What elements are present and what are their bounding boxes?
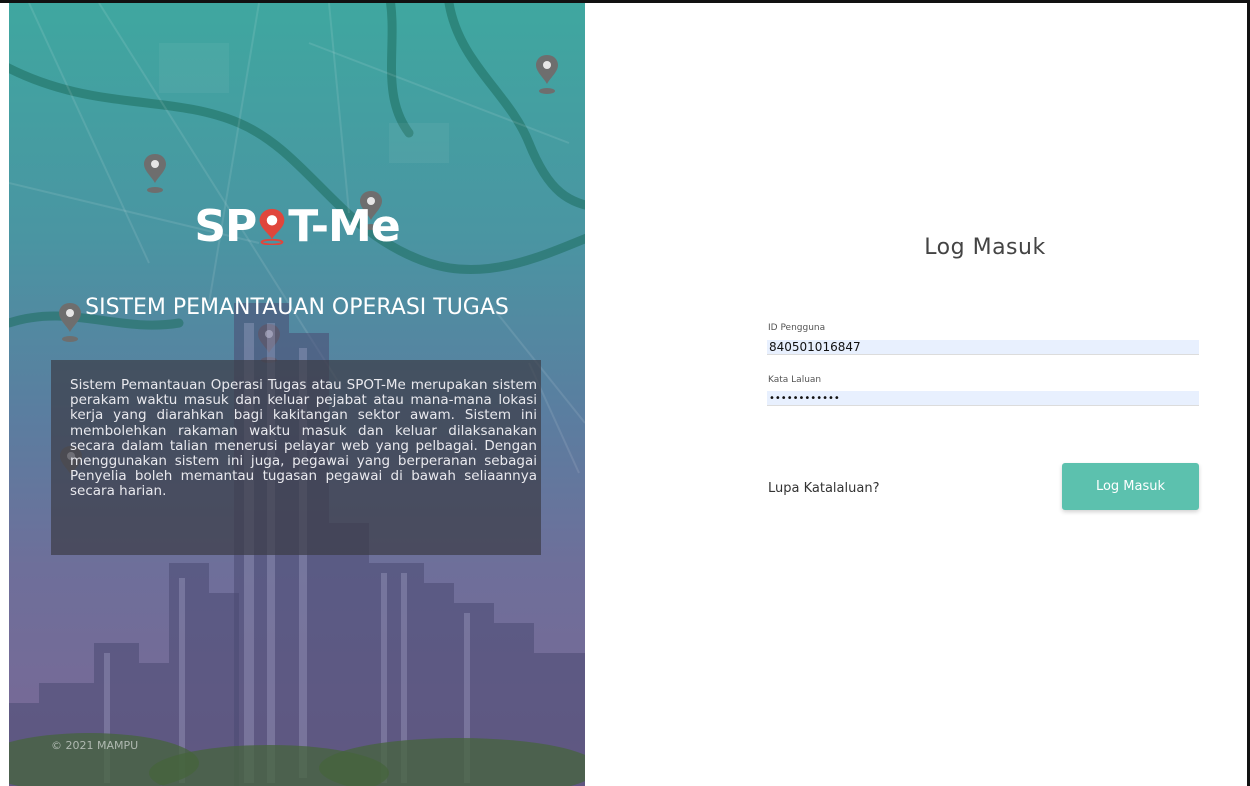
- system-description: Sistem Pemantauan Operasi Tugas atau SPO…: [70, 377, 537, 500]
- spot-me-logo: SP T-Me: [9, 201, 585, 252]
- location-pin-icon: [259, 208, 285, 245]
- description-box: Sistem Pemantauan Operasi Tugas atau SPO…: [51, 360, 541, 555]
- user-id-label: ID Pengguna: [768, 323, 826, 333]
- user-id-input[interactable]: [767, 340, 1199, 355]
- logo-text-end: T-Me: [288, 201, 400, 252]
- system-title: SISTEM PEMANTAUAN OPERASI TUGAS: [85, 295, 509, 320]
- hero-panel: SP T-Me SISTEM PEMANTAUAN OPERASI TUGAS …: [9, 3, 585, 786]
- copyright-text: © 2021 MAMPU: [51, 739, 139, 752]
- forgot-password-link[interactable]: Lupa Katalaluan?: [768, 481, 879, 496]
- password-label: Kata Laluan: [768, 375, 822, 385]
- password-input[interactable]: [767, 391, 1199, 406]
- login-heading: Log Masuk: [924, 235, 1046, 260]
- login-button[interactable]: Log Masuk: [1062, 463, 1199, 510]
- logo-text-start: SP: [194, 201, 257, 252]
